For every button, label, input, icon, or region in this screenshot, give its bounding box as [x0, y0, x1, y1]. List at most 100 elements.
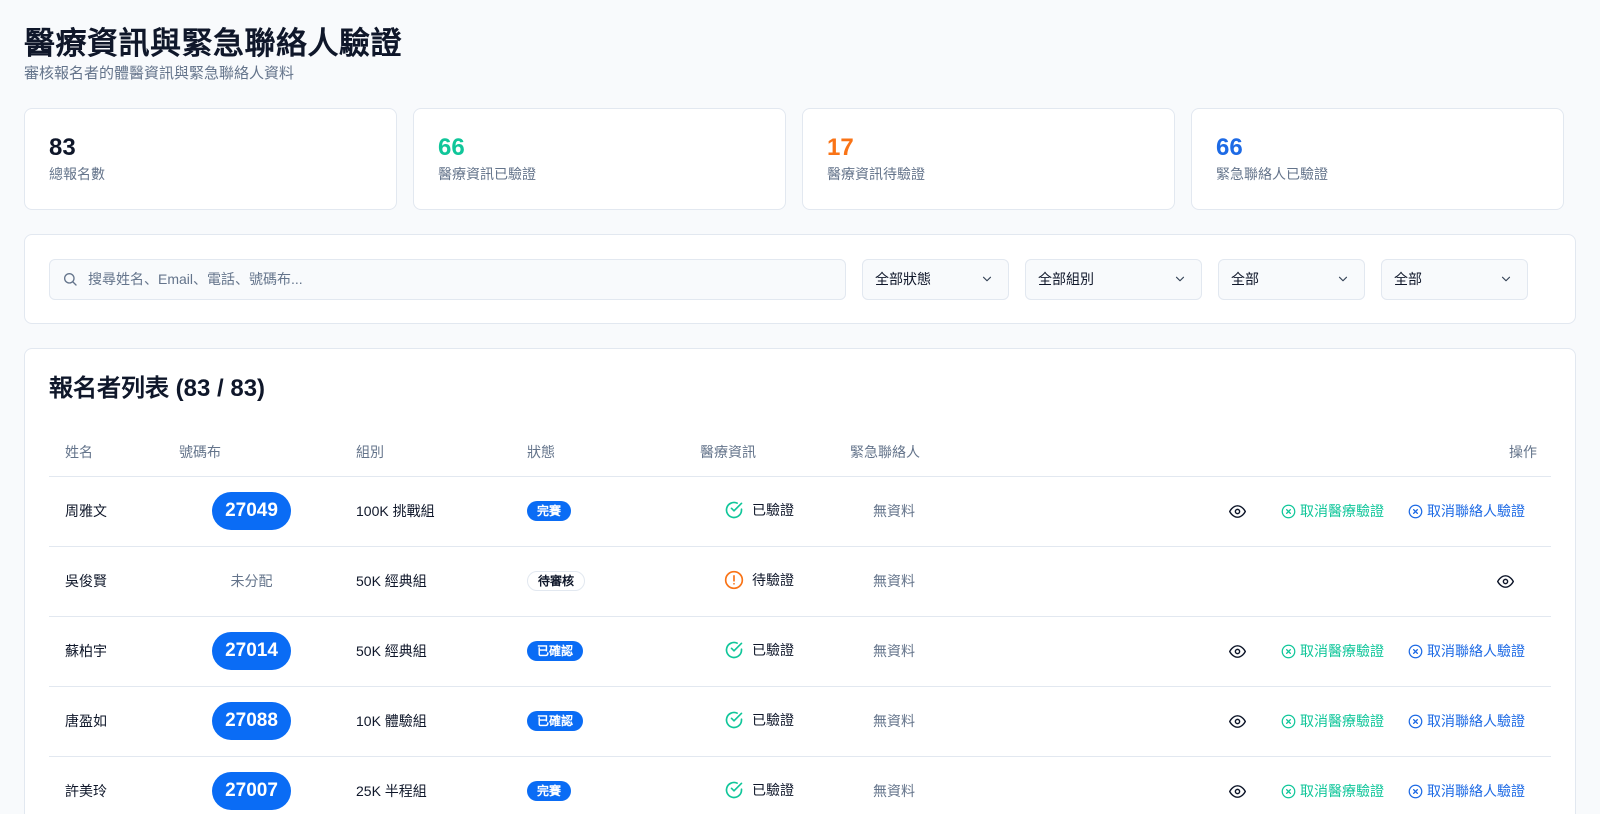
stat-value: 66 [1216, 134, 1243, 161]
cell-name: 許美玲 [49, 756, 163, 814]
search-input[interactable] [88, 271, 808, 287]
cell-group: 10K 體驗組 [340, 686, 511, 757]
cancel-medical-verification-button[interactable]: 取消醫療驗證 [1281, 501, 1384, 521]
button-label: 取消聯絡人驗證 [1427, 643, 1525, 659]
cell-emergency: 無資料 [834, 756, 954, 814]
cell-name: 唐盈如 [49, 686, 163, 757]
status-badge: 已確認 [527, 711, 584, 731]
emergency-filter-select[interactable]: 全部 [1381, 258, 1528, 300]
button-label: 取消醫療驗證 [1300, 713, 1384, 729]
status-badge: 已確認 [527, 641, 584, 661]
cell-medical: 已驗證 [684, 686, 834, 757]
chevron-down-icon [1338, 276, 1348, 282]
select-value: 全部狀態 [875, 271, 931, 287]
medical-status-label: 已驗證 [752, 711, 794, 728]
search-icon [63, 273, 77, 286]
column-header-emergency: 緊急聯絡人 [834, 428, 954, 477]
cancel-medical-verification-button[interactable]: 取消醫療驗證 [1281, 641, 1384, 661]
cancel-emergency-verification-button[interactable]: 取消聯絡人驗證 [1408, 711, 1525, 731]
stat-label: 總報名數 [49, 166, 105, 182]
status-filter-select[interactable]: 全部狀態 [862, 258, 1009, 300]
eye-icon [1228, 784, 1246, 798]
x-circle-icon [1408, 644, 1423, 658]
check-circle-icon [725, 711, 743, 728]
stat-card-medical-pending: 17 醫療資訊待驗證 [802, 108, 1175, 210]
cancel-emergency-verification-button[interactable]: 取消聯絡人驗證 [1408, 781, 1525, 801]
bib-badge: 27088 [212, 702, 291, 740]
cell-emergency: 無資料 [834, 476, 954, 547]
table-row: 周雅文 27049 100K 挑戰組 完賽 已驗證 無資料 取消醫療驗證 取消聯… [49, 476, 1551, 547]
cell-actions: 取消醫療驗證 取消聯絡人驗證 [954, 756, 1551, 814]
x-circle-icon [1281, 644, 1296, 658]
bib-badge: 27049 [212, 492, 291, 530]
cell-actions: 取消醫療驗證 取消聯絡人驗證 [954, 686, 1551, 757]
row-actions [970, 573, 1551, 590]
stats-row: 83 總報名數 66 醫療資訊已驗證 17 醫療資訊待驗證 66 緊急聯絡人已驗… [24, 108, 1576, 210]
cancel-emergency-verification-button[interactable]: 取消聯絡人驗證 [1408, 501, 1525, 521]
cell-name: 周雅文 [49, 476, 163, 547]
column-header-medical: 醫療資訊 [684, 428, 834, 477]
cancel-emergency-verification-button[interactable]: 取消聯絡人驗證 [1408, 641, 1525, 661]
medical-status-label: 已驗證 [752, 501, 794, 518]
eye-icon [1228, 644, 1246, 658]
group-filter-select[interactable]: 全部組別 [1025, 258, 1202, 300]
view-button[interactable] [1217, 783, 1257, 800]
status-badge: 待審核 [527, 571, 586, 591]
stat-value: 66 [438, 134, 465, 161]
cell-status: 完賽 [511, 476, 684, 547]
cell-status: 完賽 [511, 756, 684, 814]
cell-bib: 未分配 [163, 546, 340, 617]
medical-filter-select[interactable]: 全部 [1218, 258, 1365, 300]
medical-status: 已驗證 [724, 780, 794, 800]
stat-card-medical-verified: 66 醫療資訊已驗證 [413, 108, 786, 210]
eye-icon [1228, 504, 1246, 518]
registrant-table: 姓名 號碼布 組別 狀態 醫療資訊 緊急聯絡人 操作 周雅文 27049 100… [49, 428, 1551, 814]
search-box[interactable] [49, 258, 846, 300]
select-value: 全部 [1231, 271, 1259, 287]
bib-badge: 27014 [212, 632, 291, 670]
registrant-list: 報名者列表 (83 / 83) 姓名 號碼布 組別 狀態 醫療資訊 緊急聯絡人 … [24, 348, 1576, 814]
stat-label: 醫療資訊已驗證 [438, 166, 536, 182]
status-badge: 完賽 [527, 781, 572, 801]
cell-medical: 待驗證 [684, 546, 834, 617]
cell-medical: 已驗證 [684, 616, 834, 687]
stat-card-total: 83 總報名數 [24, 108, 397, 210]
cell-medical: 已驗證 [684, 756, 834, 814]
list-title: 報名者列表 (83 / 83) [49, 375, 266, 402]
button-label: 取消聯絡人驗證 [1427, 713, 1525, 729]
stat-value: 17 [827, 134, 854, 161]
chevron-down-icon [1501, 276, 1511, 282]
bib-unassigned: 未分配 [230, 573, 273, 589]
check-circle-icon [725, 641, 743, 658]
medical-status-label: 已驗證 [752, 641, 794, 658]
table-row: 許美玲 27007 25K 半程組 完賽 已驗證 無資料 取消醫療驗證 取消聯絡… [49, 756, 1551, 814]
cell-bib: 27088 [163, 686, 340, 757]
page-title: 醫療資訊與緊急聯絡人驗證 [24, 26, 402, 61]
column-header-bib: 號碼布 [163, 428, 340, 477]
view-button[interactable] [1217, 643, 1257, 660]
eye-icon [1228, 714, 1246, 728]
cancel-medical-verification-button[interactable]: 取消醫療驗證 [1281, 711, 1384, 731]
x-circle-icon [1281, 714, 1296, 728]
column-header-status: 狀態 [511, 428, 684, 477]
view-button[interactable] [1485, 573, 1525, 590]
cell-emergency: 無資料 [834, 616, 954, 687]
button-label: 取消醫療驗證 [1300, 783, 1384, 799]
cell-group: 50K 經典組 [340, 546, 511, 617]
status-badge: 完賽 [527, 501, 572, 521]
stat-label: 緊急聯絡人已驗證 [1216, 166, 1328, 182]
page: 醫療資訊與緊急聯絡人驗證 審核報名者的體醫資訊與緊急聯絡人資料 83 總報名數 … [24, 0, 1576, 814]
cell-name: 吳俊賢 [49, 546, 163, 617]
cell-actions: 取消醫療驗證 取消聯絡人驗證 [954, 616, 1551, 687]
stat-card-emergency-verified: 66 緊急聯絡人已驗證 [1191, 108, 1564, 210]
cell-medical: 已驗證 [684, 476, 834, 547]
view-button[interactable] [1217, 503, 1257, 520]
view-button[interactable] [1217, 713, 1257, 730]
cell-group: 50K 經典組 [340, 616, 511, 687]
x-circle-icon [1281, 784, 1296, 798]
stat-label: 醫療資訊待驗證 [827, 166, 925, 182]
cancel-medical-verification-button[interactable]: 取消醫療驗證 [1281, 781, 1384, 801]
cell-group: 25K 半程組 [340, 756, 511, 814]
table-row: 蘇柏宇 27014 50K 經典組 已確認 已驗證 無資料 取消醫療驗證 取消聯… [49, 616, 1551, 687]
column-header-name: 姓名 [49, 428, 163, 477]
